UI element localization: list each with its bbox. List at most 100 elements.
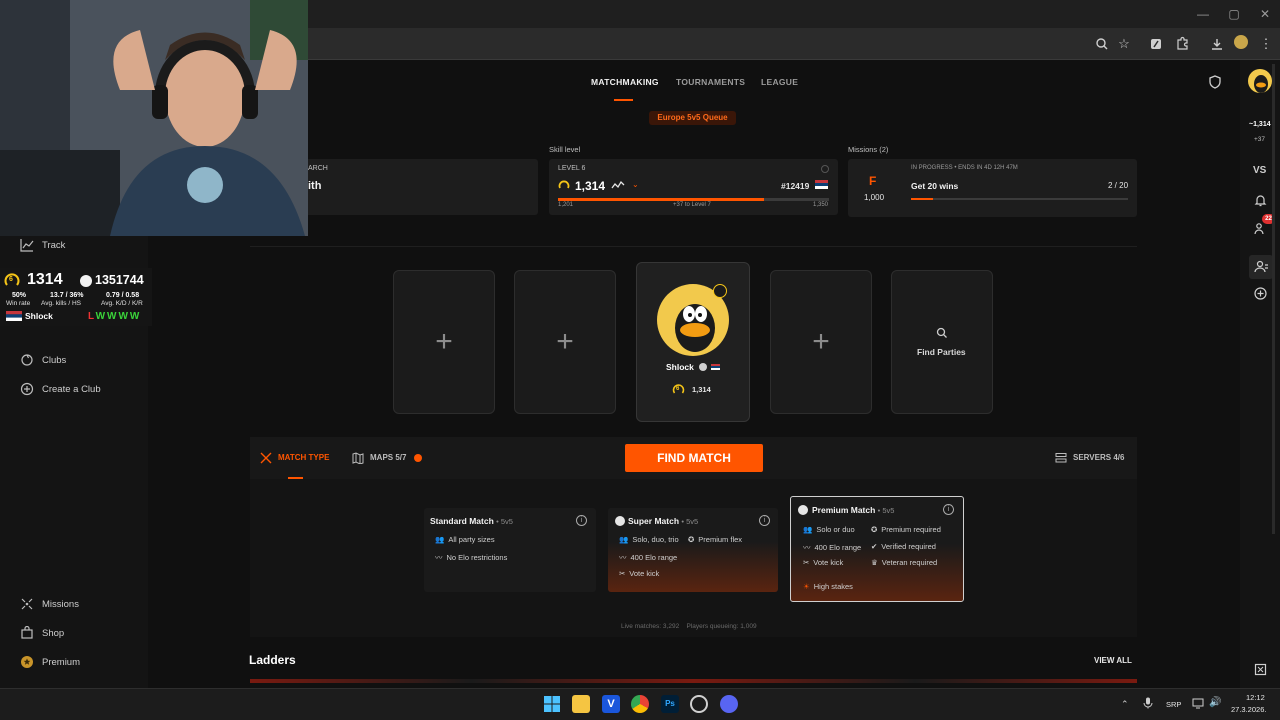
- stats-kd-value: 0.79 / 0.58: [106, 292, 140, 299]
- premium-icon: ✪: [688, 535, 695, 544]
- user-avatar[interactable]: [1248, 69, 1272, 93]
- photoshop-icon[interactable]: Ps: [661, 695, 679, 713]
- sidebar-item-label: Create a Club: [42, 383, 101, 395]
- elo-trend-icon: 〰: [803, 543, 811, 552]
- tray-chevron-icon[interactable]: ⌃: [1121, 699, 1129, 710]
- sidebar-item-track[interactable]: Track: [20, 235, 65, 255]
- servers-tab[interactable]: SERVERS 4/6: [1073, 453, 1124, 462]
- input-language[interactable]: SRP: [1166, 700, 1181, 709]
- result-win: W: [118, 311, 130, 322]
- sidebar-item-create-club[interactable]: Create a Club: [20, 379, 101, 399]
- sidebar-item-clubs[interactable]: Clubs: [20, 350, 66, 370]
- info-icon[interactable]: i: [943, 504, 954, 515]
- mode-feature: ♛ Veteran required: [871, 558, 938, 567]
- mode-feature: 👥 Solo or duo: [803, 525, 855, 534]
- obs-icon[interactable]: [690, 695, 708, 713]
- premium-star-icon: [20, 655, 34, 669]
- stats-kills-value: 13.7 / 36%: [50, 292, 84, 299]
- browser-menu-icon[interactable]: ⋮: [1256, 34, 1276, 54]
- ladders-title: Ladders: [249, 653, 296, 667]
- skill-bar-max: 1,350: [813, 202, 829, 208]
- volume-icon[interactable]: 🔊: [1209, 697, 1221, 708]
- rail-elo-delta: +37: [1254, 136, 1266, 143]
- skill-bar-min: 1,201: [558, 202, 574, 208]
- tab-tournaments[interactable]: TOURNAMENTS: [676, 77, 745, 87]
- skill-progress-track: [558, 198, 829, 201]
- vs-icon[interactable]: VS: [1253, 165, 1266, 176]
- result-win: W: [107, 311, 119, 322]
- app-v-icon[interactable]: V: [602, 695, 620, 713]
- sidebar-item-premium[interactable]: Premium: [20, 652, 80, 672]
- discord-icon[interactable]: [720, 695, 738, 713]
- stats-kd-label: Avg. K/D / K/R: [101, 300, 143, 307]
- tab-league[interactable]: LEAGUE: [761, 77, 798, 87]
- sidebar-item-label: Premium: [42, 656, 81, 668]
- player-level: 6: [676, 386, 680, 392]
- profile-avatar-icon[interactable]: [1234, 35, 1248, 49]
- microphone-icon[interactable]: [1143, 697, 1153, 709]
- view-all-link[interactable]: VIEW ALL: [1094, 656, 1132, 665]
- plus-icon: +: [435, 325, 453, 358]
- party-icon: 👥: [619, 535, 629, 544]
- info-icon[interactable]: i: [759, 515, 770, 526]
- windows-start-icon[interactable]: [543, 695, 561, 713]
- vote-kick-icon: ✂: [803, 558, 810, 567]
- mode-feature: ✔ Verified required: [871, 542, 936, 551]
- faceit-points-icon: [80, 275, 92, 287]
- scrollbar[interactable]: [1272, 64, 1275, 534]
- extension-icon[interactable]: [1146, 34, 1166, 54]
- anticheat-shield-icon[interactable]: [1208, 75, 1222, 89]
- add-circle-icon[interactable]: [1254, 287, 1267, 300]
- maps-tab[interactable]: MAPS 5/7: [370, 453, 406, 462]
- skill-section-label: Skill level: [549, 145, 581, 154]
- high-stakes-icon: ☀: [803, 582, 810, 591]
- info-icon[interactable]: [821, 165, 829, 173]
- skill-elo-value: 1,314: [575, 179, 606, 193]
- bookmark-star-icon[interactable]: ☆: [1114, 34, 1134, 54]
- network-icon[interactable]: [1192, 698, 1204, 709]
- bell-icon[interactable]: [1254, 194, 1267, 207]
- ladders-preview-strip: [250, 679, 1137, 683]
- verified-badge-icon: [713, 284, 727, 298]
- search-icon: [936, 327, 948, 339]
- mode-feature: 〰 No Elo restrictions: [435, 553, 508, 562]
- sidebar-item-shop[interactable]: Shop: [20, 623, 64, 643]
- divider: [250, 246, 1137, 247]
- info-icon[interactable]: i: [576, 515, 587, 526]
- find-match-button[interactable]: FIND MATCH: [625, 444, 763, 472]
- plus-icon: +: [556, 325, 574, 358]
- elo-dropdown-chevron-icon[interactable]: ⌄: [632, 180, 639, 189]
- chat-toggle-icon[interactable]: [1254, 663, 1267, 676]
- file-explorer-icon[interactable]: [572, 695, 590, 713]
- result-loss: L: [88, 311, 96, 322]
- serbia-flag-icon: [815, 180, 828, 189]
- mode-feature: ✂ Vote kick: [619, 569, 660, 578]
- result-win: W: [129, 311, 142, 322]
- zoom-icon[interactable]: [1092, 34, 1112, 54]
- party-slot-empty[interactable]: +: [393, 270, 495, 414]
- recent-results: LWWWW: [88, 311, 141, 322]
- match-type-tab[interactable]: MATCH TYPE: [278, 453, 329, 462]
- minimize-button[interactable]: —: [1188, 4, 1218, 24]
- sidebar-item-missions[interactable]: Missions: [20, 594, 79, 614]
- trend-icon: [20, 238, 34, 252]
- party-slot-empty[interactable]: +: [770, 270, 872, 414]
- stats-winrate-value: 50%: [12, 292, 27, 299]
- chrome-icon[interactable]: [631, 695, 649, 713]
- rail-elo: ~1,314: [1249, 121, 1271, 128]
- close-window-button[interactable]: ✕: [1250, 4, 1280, 24]
- veteran-crown-icon: ♛: [871, 558, 878, 567]
- tab-matchmaking[interactable]: MATCHMAKING: [591, 77, 659, 87]
- missions-section-label: Missions (2): [848, 145, 889, 154]
- active-tab-indicator: [614, 99, 633, 101]
- find-parties-card[interactable]: [891, 270, 993, 414]
- download-icon[interactable]: [1207, 34, 1227, 54]
- mission-status: IN PROGRESS • ENDS IN 4D 12H 47M: [911, 165, 1018, 171]
- mode-feature: ☀ High stakes: [803, 582, 853, 591]
- puzzle-extensions-icon[interactable]: [1172, 34, 1192, 54]
- vote-kick-icon: ✂: [619, 569, 626, 578]
- maximize-button[interactable]: ▢: [1219, 4, 1249, 24]
- party-manage-button[interactable]: [1249, 255, 1273, 279]
- party-slot-empty[interactable]: +: [514, 270, 616, 414]
- friends-icon[interactable]: [1254, 222, 1267, 235]
